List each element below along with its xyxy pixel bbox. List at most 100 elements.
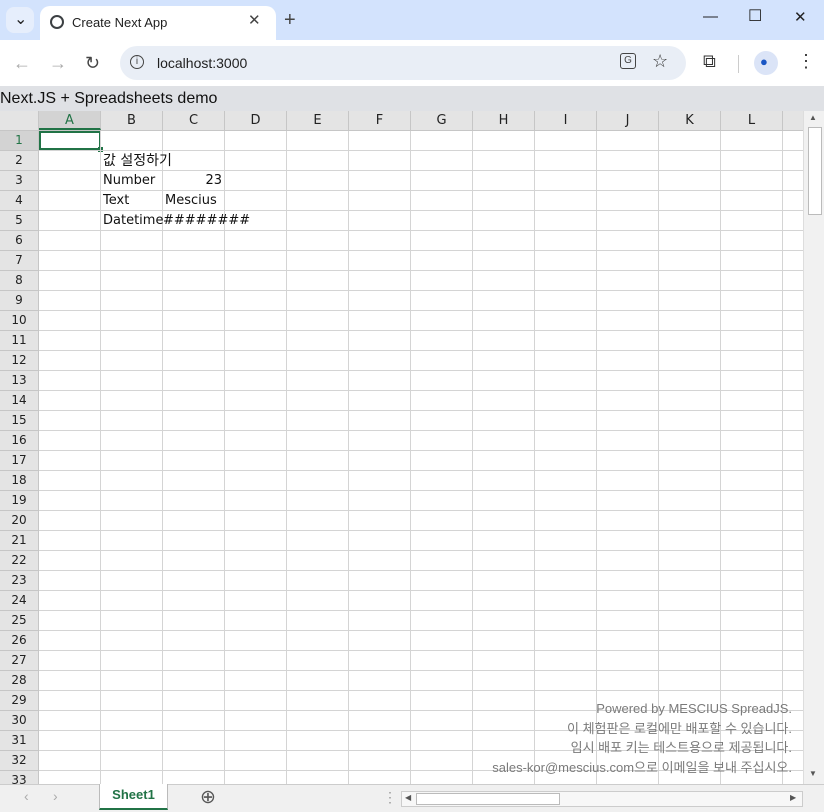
column-header-i[interactable]: I bbox=[535, 111, 597, 130]
row-header-23[interactable]: 23 bbox=[0, 571, 38, 591]
vertical-scrollbar[interactable]: ▲ ▼ bbox=[803, 111, 824, 784]
translate-icon[interactable]: G bbox=[620, 53, 636, 69]
grid-column-line bbox=[410, 131, 411, 784]
add-sheet-icon[interactable]: ⊕ bbox=[200, 786, 216, 809]
close-window-icon[interactable]: ✕ bbox=[794, 8, 807, 26]
forward-arrow-icon[interactable]: → bbox=[49, 53, 67, 74]
splitter-handle[interactable]: ⋮ bbox=[383, 789, 397, 806]
row-header-12[interactable]: 12 bbox=[0, 351, 38, 371]
cell-b2[interactable]: 값 설정하기 bbox=[103, 151, 172, 170]
next-sheet-icon[interactable]: › bbox=[53, 788, 58, 804]
row-header-27[interactable]: 27 bbox=[0, 651, 38, 671]
grid-column-line bbox=[348, 131, 349, 784]
row-header-14[interactable]: 14 bbox=[0, 391, 38, 411]
scroll-left-icon[interactable]: ◀ bbox=[405, 793, 411, 802]
vertical-scroll-thumb[interactable] bbox=[808, 127, 822, 215]
bookmark-star-icon[interactable]: ☆ bbox=[652, 51, 668, 72]
watermark-line: Powered by MESCIUS SpreadJS. bbox=[596, 701, 792, 716]
grid-column-line bbox=[224, 131, 225, 784]
row-header-6[interactable]: 6 bbox=[0, 231, 38, 251]
address-bar[interactable]: i localhost:3000 G ☆ bbox=[120, 46, 686, 80]
browser-tab-active[interactable]: Create Next App ✕ bbox=[40, 6, 276, 40]
new-tab-button[interactable]: + bbox=[284, 9, 296, 31]
row-header-5[interactable]: 5 bbox=[0, 211, 38, 231]
kebab-menu-icon[interactable]: ⋮ bbox=[797, 51, 815, 72]
column-header-c[interactable]: C bbox=[163, 111, 225, 130]
grid-row-line bbox=[39, 590, 803, 591]
column-header-d[interactable]: D bbox=[225, 111, 287, 130]
grid-column-line bbox=[534, 131, 535, 784]
column-header-k[interactable]: K bbox=[659, 111, 721, 130]
column-header-e[interactable]: E bbox=[287, 111, 349, 130]
column-header-h[interactable]: H bbox=[473, 111, 535, 130]
row-header-32[interactable]: 32 bbox=[0, 751, 38, 771]
grid-column-line bbox=[658, 131, 659, 784]
column-header-a[interactable]: A bbox=[39, 111, 101, 130]
maximize-icon[interactable]: ☐ bbox=[748, 6, 762, 26]
tab-search-button[interactable]: ⌄ bbox=[6, 7, 34, 33]
column-header-g[interactable]: G bbox=[411, 111, 473, 130]
row-header-3[interactable]: 3 bbox=[0, 171, 38, 191]
column-header-b[interactable]: B bbox=[101, 111, 163, 130]
row-header-10[interactable]: 10 bbox=[0, 311, 38, 331]
column-header-j[interactable]: J bbox=[597, 111, 659, 130]
close-tab-icon[interactable]: ✕ bbox=[248, 11, 261, 29]
grid-row-line bbox=[39, 270, 803, 271]
row-header-9[interactable]: 9 bbox=[0, 291, 38, 311]
scroll-up-icon[interactable]: ▲ bbox=[809, 113, 817, 122]
row-header-18[interactable]: 18 bbox=[0, 471, 38, 491]
row-header-4[interactable]: 4 bbox=[0, 191, 38, 211]
row-header-17[interactable]: 17 bbox=[0, 451, 38, 471]
spreadsheet[interactable]: ABCDEFGHIJKL 1 2 3 4 5 6 7 8 9 10 11 12 13 14 15 16 17 18… bbox=[0, 111, 824, 784]
cell-grid[interactable]: 값 설정하기 Number 23 Text Mescius Datetime #######… bbox=[39, 131, 803, 784]
grid-row-line bbox=[39, 470, 803, 471]
reload-icon[interactable]: ↻ bbox=[85, 53, 100, 74]
row-header-22[interactable]: 22 bbox=[0, 551, 38, 571]
grid-row-line bbox=[39, 350, 803, 351]
row-header-13[interactable]: 13 bbox=[0, 371, 38, 391]
cell-c4[interactable]: Mescius bbox=[165, 191, 217, 210]
row-header-1[interactable]: 1 bbox=[0, 131, 38, 151]
row-header-11[interactable]: 11 bbox=[0, 331, 38, 351]
cell-b4[interactable]: Text bbox=[103, 191, 129, 210]
row-header-26[interactable]: 26 bbox=[0, 631, 38, 651]
back-arrow-icon[interactable]: ← bbox=[13, 53, 31, 74]
row-header-31[interactable]: 31 bbox=[0, 731, 38, 751]
cell-c5[interactable]: ######## bbox=[163, 211, 250, 230]
grid-row-line bbox=[39, 410, 803, 411]
url-text[interactable]: localhost:3000 bbox=[157, 55, 247, 71]
row-header-21[interactable]: 21 bbox=[0, 531, 38, 551]
scroll-right-icon[interactable]: ▶ bbox=[790, 793, 796, 802]
row-header-29[interactable]: 29 bbox=[0, 691, 38, 711]
toolbar-divider bbox=[738, 55, 739, 73]
browser-tab-strip: ⌄ Create Next App ✕ + — ☐ ✕ bbox=[0, 0, 824, 40]
row-header-16[interactable]: 16 bbox=[0, 431, 38, 451]
cell-b5[interactable]: Datetime bbox=[103, 211, 163, 230]
row-header-33[interactable]: 33 bbox=[0, 771, 38, 784]
extensions-icon[interactable]: ⧉ bbox=[703, 51, 716, 72]
row-header-2[interactable]: 2 bbox=[0, 151, 38, 171]
minimize-icon[interactable]: — bbox=[703, 8, 718, 25]
column-header-l[interactable]: L bbox=[721, 111, 783, 130]
row-header-7[interactable]: 7 bbox=[0, 251, 38, 271]
horizontal-scrollbar[interactable]: ◀ ▶ bbox=[401, 791, 803, 807]
horizontal-scroll-thumb[interactable] bbox=[416, 793, 560, 805]
row-header-19[interactable]: 19 bbox=[0, 491, 38, 511]
row-header-30[interactable]: 30 bbox=[0, 711, 38, 731]
select-all-corner[interactable] bbox=[0, 111, 39, 131]
row-header-8[interactable]: 8 bbox=[0, 271, 38, 291]
row-header-24[interactable]: 24 bbox=[0, 591, 38, 611]
row-header-15[interactable]: 15 bbox=[0, 411, 38, 431]
cell-c3[interactable]: 23 bbox=[163, 171, 222, 190]
site-info-icon[interactable]: i bbox=[130, 55, 144, 69]
row-header-20[interactable]: 20 bbox=[0, 511, 38, 531]
scroll-down-icon[interactable]: ▼ bbox=[809, 769, 817, 778]
profile-avatar[interactable]: ● bbox=[754, 51, 778, 75]
prev-sheet-icon[interactable]: ‹ bbox=[24, 788, 29, 804]
row-header-28[interactable]: 28 bbox=[0, 671, 38, 691]
grid-row-line bbox=[39, 310, 803, 311]
row-header-25[interactable]: 25 bbox=[0, 611, 38, 631]
column-header-f[interactable]: F bbox=[349, 111, 411, 130]
cell-b3[interactable]: Number bbox=[103, 171, 155, 190]
sheet-tab-sheet1[interactable]: Sheet1 bbox=[99, 784, 168, 810]
